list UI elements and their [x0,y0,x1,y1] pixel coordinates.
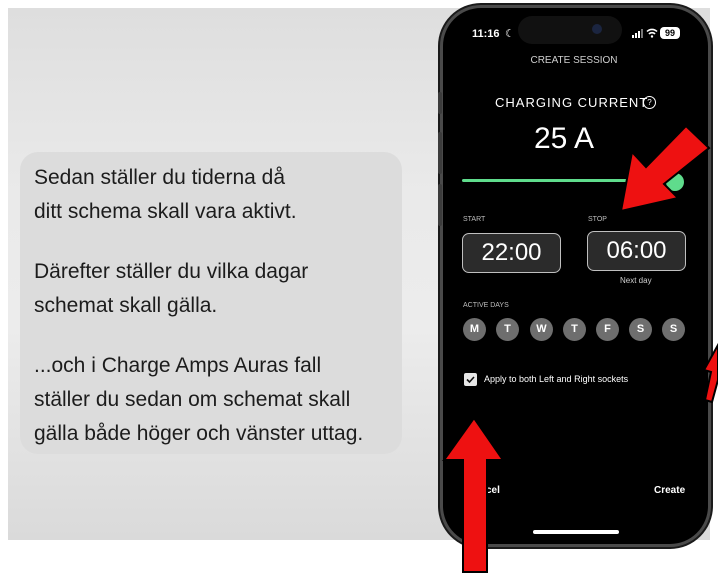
arrow-up-icon [442,416,505,573]
annotation-arrows [442,124,718,573]
arrow-partial-right-icon [702,342,718,404]
arrow-down-left-icon [619,124,711,213]
